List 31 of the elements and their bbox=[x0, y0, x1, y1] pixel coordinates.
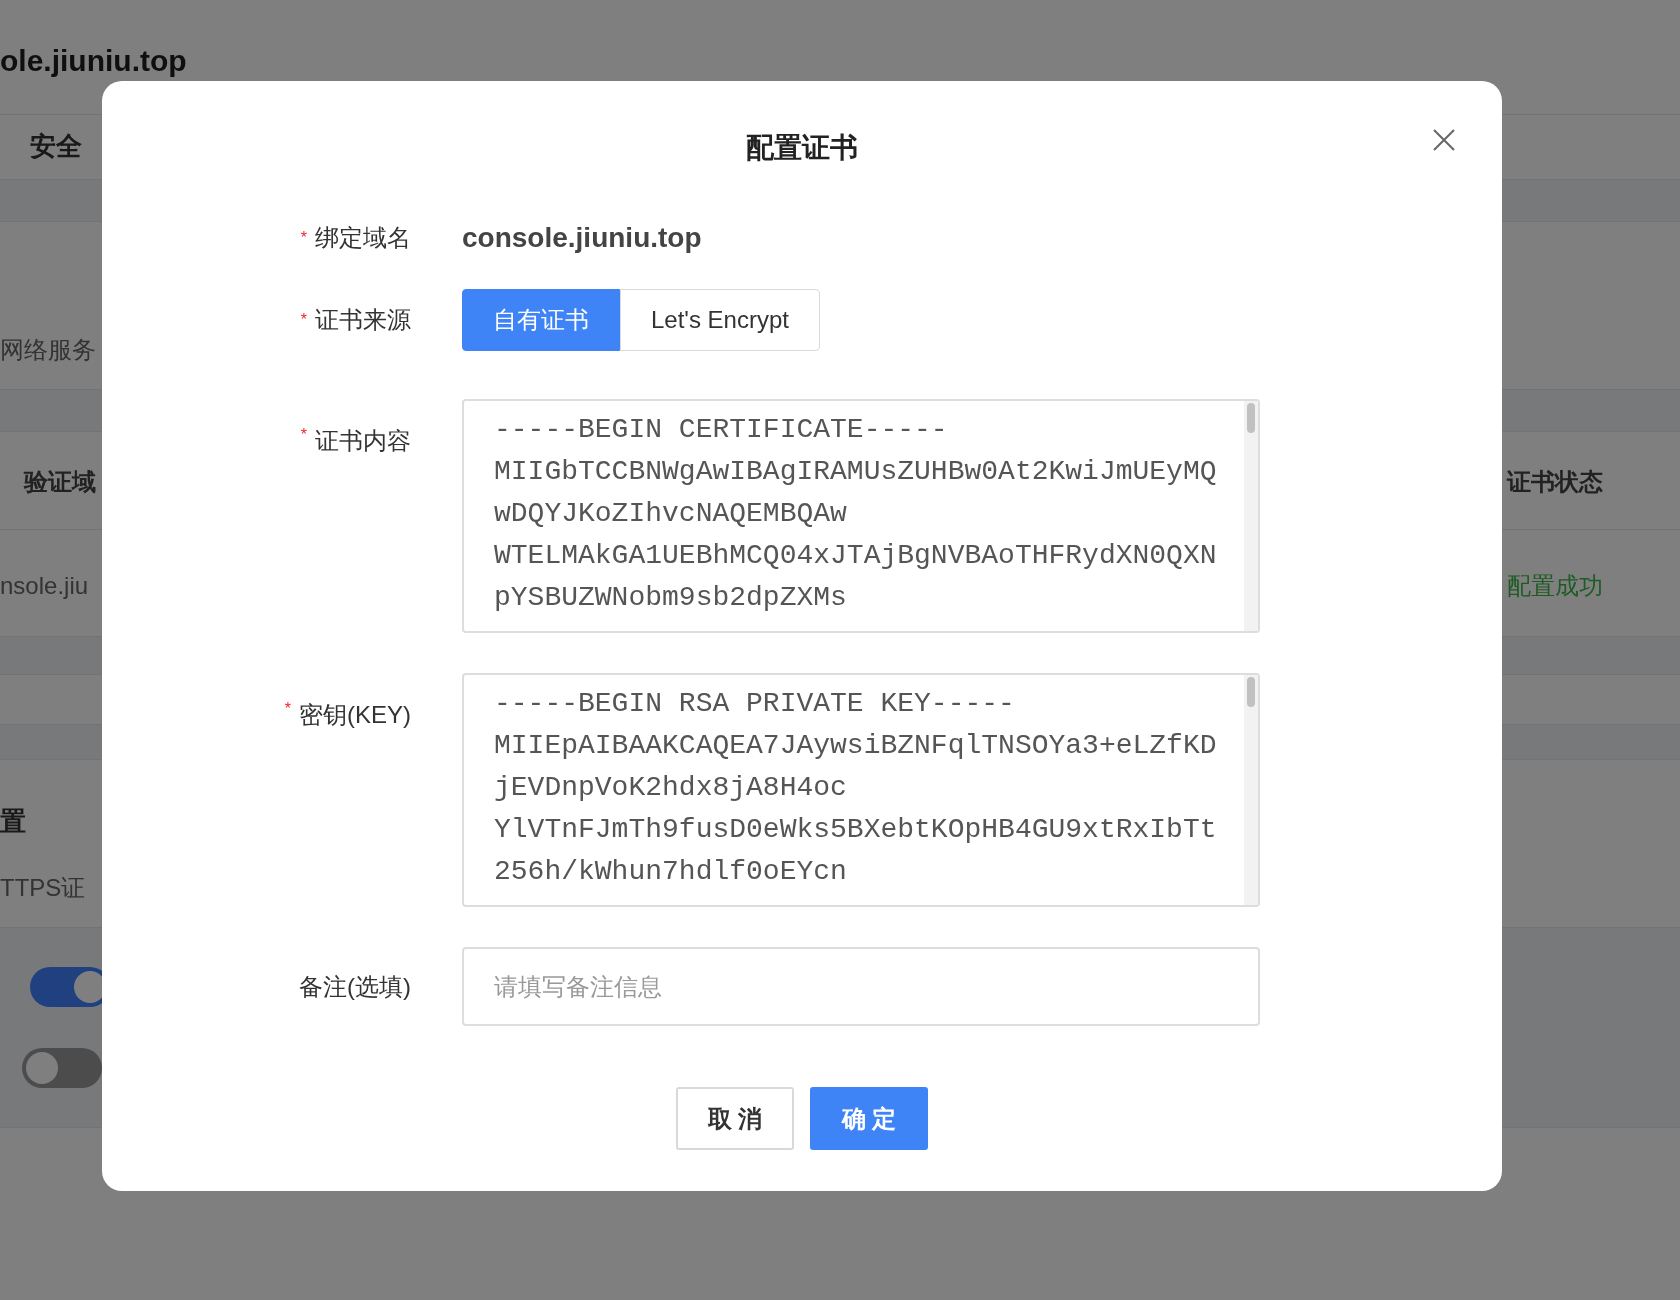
required-mark: * bbox=[300, 425, 307, 445]
field-label: 证书来源 bbox=[315, 306, 411, 334]
tab[interactable]: 安全 bbox=[30, 127, 82, 166]
input-field[interactable]: 请填写备注信息 bbox=[462, 947, 1260, 1026]
scrollbar-thumb[interactable] bbox=[1247, 403, 1255, 433]
domain-value: console.jiuniu.top bbox=[462, 221, 702, 255]
text-area[interactable]: -----BEGIN RSA PRIVATE KEY----- MIIEpAIBAAKCAQEA7JAywsiBZNFqlTNSOYa3+eLZfKD jEVDnpVoK2hdx8jA8H4oc YlVTnFJmTh9fusD0eWks5BXebtKOpHB4GU9xtRxIbTt 256h/kWhun7hdlf0oEYcn bbox=[462, 673, 1260, 907]
field-label: 证书内容 bbox=[315, 426, 411, 456]
field-label: 绑定域名 bbox=[315, 223, 411, 253]
segment-option[interactable]: 自有证书 bbox=[462, 289, 620, 351]
section-text: 网络服务 bbox=[0, 335, 96, 365]
section-heading: 置 bbox=[0, 805, 26, 838]
toggle-switch[interactable] bbox=[22, 1048, 102, 1088]
scrollbar-thumb[interactable] bbox=[1247, 677, 1255, 707]
field-label: 备注(选填) bbox=[299, 972, 411, 1002]
column-header: 验证域 bbox=[24, 467, 96, 497]
confirm-button[interactable]: 确 定 bbox=[810, 1087, 928, 1150]
close-icon[interactable] bbox=[1432, 127, 1456, 151]
field-label: 密钥(KEY) bbox=[299, 700, 411, 730]
text-area[interactable]: -----BEGIN CERTIFICATE----- MIIGbTCCBNWgAwIBAgIRAMUsZUHBw0At2KwiJmUEyMQ wDQYJKoZIhvcNAQEMBQAw WTELMAkGA1UEBhMCQ04xJTAjBgNVBAoTHFRydXN0QXN pYSBUZWNobm9sb2dpZXMs bbox=[462, 399, 1260, 633]
cancel-button[interactable]: 取 消 bbox=[676, 1087, 794, 1150]
description-text: TTPS证 bbox=[0, 873, 86, 903]
dialog-title: 配置证书 bbox=[746, 132, 858, 163]
required-mark: * bbox=[300, 310, 307, 330]
table-cell-text: nsole.jiu bbox=[0, 571, 89, 601]
required-mark: * bbox=[284, 699, 291, 719]
page-title: ole.jiuniu.top bbox=[0, 43, 187, 79]
segment-option[interactable]: Let's Encrypt bbox=[620, 289, 820, 351]
status-text: 配置成功 bbox=[1507, 571, 1603, 601]
required-mark: * bbox=[300, 228, 307, 248]
column-header: 证书状态 bbox=[1507, 467, 1603, 497]
